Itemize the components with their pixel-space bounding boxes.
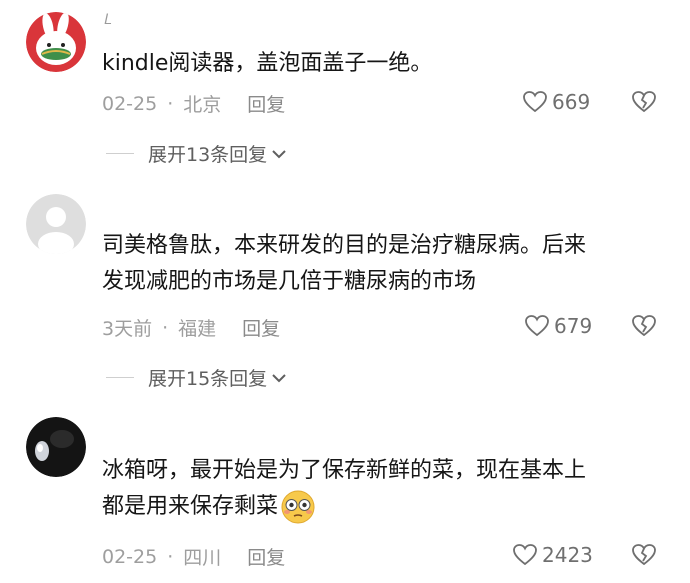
like-count: 2423 <box>542 543 593 567</box>
comment-meta: 02-25 · 四川 回复 <box>102 543 285 570</box>
expand-replies-button[interactable]: 展开15条回复 <box>106 364 287 391</box>
dislike-button[interactable] <box>631 543 657 571</box>
heart-icon <box>525 315 549 337</box>
reply-button[interactable]: 回复 <box>247 90 285 117</box>
divider-line <box>106 377 134 378</box>
comment-text-line: 冰箱呀，最开始是为了保存新鲜的菜，现在基本上 <box>102 458 587 483</box>
comment-date: 3天前 <box>102 318 153 340</box>
reply-button[interactable]: 回复 <box>242 314 280 341</box>
comment-text-line: 发现减肥的市场是几倍于糖尿病的市场 <box>102 269 477 294</box>
comment-location: 四川 <box>183 547 222 569</box>
like-button[interactable]: 679 <box>524 314 592 338</box>
flushed-face-emoji <box>281 490 315 524</box>
dislike-button[interactable] <box>631 90 657 118</box>
divider-line <box>106 153 134 154</box>
comment-text-line-content: 都是用来保存剩菜 <box>102 494 279 519</box>
comment-text: 司美格鲁肽，本来研发的目的是治疗糖尿病。后来 发现减肥的市场是几倍于糖尿病的市场 <box>102 228 662 300</box>
default-user-icon[interactable] <box>26 194 86 254</box>
like-count: 679 <box>554 314 593 338</box>
like-button[interactable]: 669 <box>522 90 590 114</box>
comment-meta: 02-25 · 北京 回复 <box>102 90 285 117</box>
comment-text: 冰箱呀，最开始是为了保存新鲜的菜，现在基本上 都是用来保存剩菜 <box>102 453 662 525</box>
comment-location: 福建 <box>178 318 217 340</box>
rabbit-avatar-icon[interactable] <box>26 12 86 72</box>
like-button[interactable]: 2423 <box>512 543 593 567</box>
comment-text-line: kindle阅读器，盖泡面盖子一绝。 <box>102 51 433 76</box>
comment-date: 02-25 <box>102 92 158 115</box>
broken-heart-icon <box>632 91 656 113</box>
reply-button[interactable]: 回复 <box>247 543 285 570</box>
comment-text-line: 都是用来保存剩菜 <box>102 489 662 525</box>
like-count: 669 <box>552 90 591 114</box>
expand-replies-label: 展开13条回复 <box>148 144 268 166</box>
comment-meta: 3天前 · 福建 回复 <box>102 314 280 341</box>
separator-dot: · <box>167 92 174 115</box>
chevron-down-icon <box>272 373 286 382</box>
dislike-button[interactable] <box>631 314 657 342</box>
expand-replies-label: 展开15条回复 <box>148 368 268 390</box>
comment-text-line: 司美格鲁肽，本来研发的目的是治疗糖尿病。后来 <box>102 233 587 258</box>
separator-dot: · <box>162 316 169 339</box>
comment-date: 02-25 <box>102 545 158 568</box>
broken-heart-icon <box>632 544 656 566</box>
chevron-down-icon <box>272 149 286 158</box>
comment-username[interactable]: 𝐿 <box>104 12 112 28</box>
comment-location: 北京 <box>183 94 222 116</box>
dark-photo-avatar[interactable] <box>26 417 86 477</box>
separator-dot: · <box>167 545 174 568</box>
comment-text: kindle阅读器，盖泡面盖子一绝。 <box>102 46 662 82</box>
expand-replies-button[interactable]: 展开13条回复 <box>106 140 287 167</box>
heart-icon <box>523 91 547 113</box>
heart-icon <box>513 544 537 566</box>
broken-heart-icon <box>632 315 656 337</box>
